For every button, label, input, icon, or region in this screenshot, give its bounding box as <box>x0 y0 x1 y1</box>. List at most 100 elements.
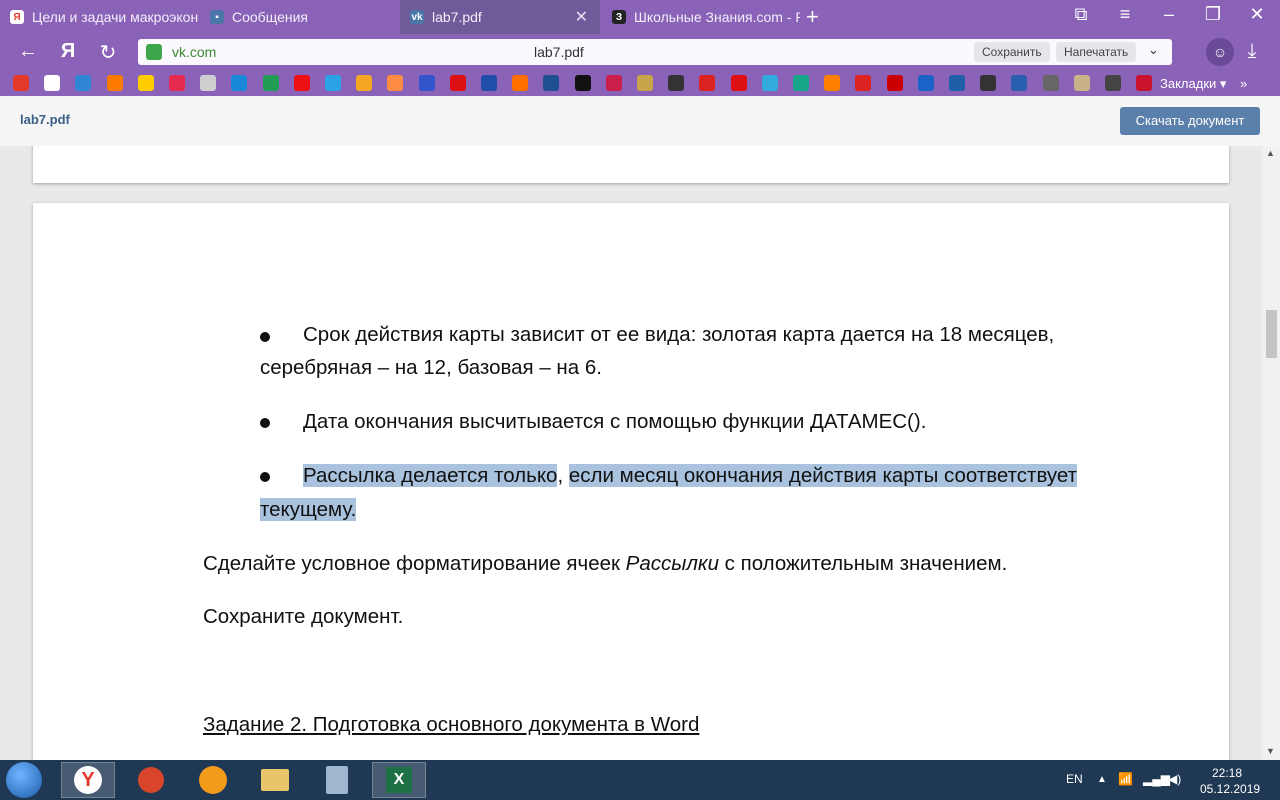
bookmark-favicon-icon[interactable] <box>1073 75 1090 91</box>
back-arrow-icon[interactable]: ← <box>16 40 40 63</box>
document-filename: lab7.pdf <box>20 112 70 127</box>
language-indicator[interactable]: EN <box>1066 772 1083 786</box>
bookmark-favicon-icon[interactable] <box>1042 75 1059 91</box>
tray-expand-icon[interactable]: ▲ <box>1097 774 1107 785</box>
pin-icon[interactable]: ⧉ <box>1066 4 1096 25</box>
scrollbar-thumb[interactable] <box>1266 310 1277 358</box>
save-instruction: Сохраните документ. <box>203 605 404 628</box>
bookmark-favicon-icon[interactable] <box>449 75 466 91</box>
bookmark-favicon-icon[interactable] <box>699 75 716 91</box>
clock-time: 22:18 <box>1211 766 1243 780</box>
bookmark-favicon-icon[interactable] <box>1011 75 1028 91</box>
chevron-down-icon[interactable]: ⌄ <box>1148 42 1159 58</box>
close-tab-icon[interactable]: ✕ <box>575 7 588 27</box>
address-box[interactable]: vk.com lab7.pdf Сохранить Напечатать ⌄ <box>138 39 1172 65</box>
znanija-favicon-icon: З <box>612 10 626 24</box>
document-viewport[interactable]: Срок действия карты зависит от ее вида: … <box>0 146 1262 760</box>
download-arrow-icon[interactable]: ⤓ <box>1240 40 1264 63</box>
vertical-scrollbar[interactable]: ▲ ▼ <box>1262 146 1280 760</box>
bookmark-favicon-icon[interactable] <box>262 75 279 91</box>
yandex-y-icon: Y <box>74 766 102 794</box>
bullet-marker <box>260 472 270 482</box>
bookmark-favicon-icon[interactable] <box>231 75 248 91</box>
calculator-taskbar-icon[interactable] <box>310 762 364 798</box>
ccleaner-icon <box>138 767 164 793</box>
reload-icon[interactable]: ↻ <box>96 40 120 65</box>
bookmark-favicon-icon[interactable] <box>917 75 934 91</box>
bookmark-favicon-icon[interactable] <box>13 75 29 91</box>
download-document-button[interactable]: Скачать документ <box>1120 107 1260 135</box>
tab-znanija[interactable]: З Школьные Знания.com - Р <box>602 0 800 34</box>
bookmark-favicon-icon[interactable] <box>75 75 92 91</box>
file-explorer-taskbar-icon[interactable] <box>248 762 302 798</box>
signal-bars-icon[interactable]: ▂▄▆ <box>1143 772 1170 786</box>
bookmark-favicon-icon[interactable] <box>44 75 61 91</box>
bookmark-favicon-icon[interactable] <box>481 75 497 91</box>
network-icon[interactable]: 📶 <box>1118 772 1133 786</box>
tab-messages[interactable]: ▪ Сообщения <box>200 0 398 34</box>
bookmark-favicon-icon[interactable] <box>574 75 591 91</box>
bookmark-favicon-icon[interactable] <box>200 75 217 91</box>
save-button[interactable]: Сохранить <box>974 42 1050 62</box>
bookmark-favicon-icon[interactable] <box>793 75 809 91</box>
bookmark-favicon-icon[interactable] <box>106 75 123 91</box>
bookmark-favicon-icon[interactable] <box>1136 75 1153 91</box>
formatting-instruction: Сделайте условное форматирование ячеек Р… <box>203 547 1007 581</box>
bullet3-line1: Рассылка делается только, если месяц око… <box>303 459 1078 493</box>
bookmark-favicon-icon[interactable] <box>169 75 185 91</box>
print-button[interactable]: Напечатать <box>1056 42 1137 62</box>
avast-taskbar-icon[interactable] <box>186 762 240 798</box>
bookmark-favicon-icon[interactable] <box>543 75 560 91</box>
clock-date: 05.12.2019 <box>1200 782 1261 796</box>
bullet1-line1: Срок действия карты зависит от ее вида: … <box>303 323 1055 346</box>
ccleaner-taskbar-icon[interactable] <box>124 762 178 798</box>
maximize-icon[interactable]: ❐ <box>1198 4 1228 25</box>
selected-text: Рассылка делается только <box>303 464 558 487</box>
tab-strip: Я Цели и задачи макроэкон ▪ Сообщения vk… <box>0 0 1280 34</box>
yandex-logo-icon[interactable]: Я <box>56 40 80 63</box>
tab-title: lab7.pdf <box>432 9 482 25</box>
bullet3-line2: текущему. <box>260 493 357 527</box>
menu-icon[interactable]: ≡ <box>1110 4 1140 25</box>
tab-lab7-pdf[interactable]: vk lab7.pdf ✕ <box>400 0 600 34</box>
chat-bubble-icon: ▪ <box>210 10 224 24</box>
bookmark-favicon-icon[interactable] <box>824 75 841 91</box>
profile-avatar-icon[interactable]: ☺ <box>1206 38 1234 66</box>
tab-title: Сообщения <box>232 9 308 25</box>
close-window-icon[interactable]: ✕ <box>1242 4 1272 25</box>
bookmark-favicon-icon[interactable] <box>980 75 997 91</box>
system-clock[interactable]: 22:18 05.12.2019 <box>1200 765 1261 797</box>
calculator-icon <box>326 766 348 794</box>
bookmark-favicon-icon[interactable] <box>637 75 653 91</box>
more-bookmarks-icon[interactable]: » <box>1240 76 1247 91</box>
start-button-icon[interactable] <box>6 762 42 798</box>
bookmark-favicon-icon[interactable] <box>605 75 622 91</box>
bookmarks-menu[interactable]: Закладки ▾ <box>1160 76 1226 92</box>
scroll-up-arrow-icon[interactable]: ▲ <box>1266 148 1275 158</box>
comma-text: , <box>557 464 564 487</box>
bookmark-favicon-icon[interactable] <box>761 75 778 91</box>
bookmark-favicon-icon[interactable] <box>949 75 965 91</box>
bullet1-line2: серебряная – на 12, базовая – на 6. <box>260 356 602 379</box>
yandex-browser-taskbar-icon[interactable]: Y <box>61 762 115 798</box>
volume-icon[interactable]: ◀) <box>1168 772 1181 786</box>
scroll-down-arrow-icon[interactable]: ▼ <box>1266 746 1275 756</box>
tab-macroeconomics[interactable]: Я Цели и задачи макроэкон <box>0 0 198 34</box>
bookmark-favicon-icon[interactable] <box>418 75 435 91</box>
bookmark-favicon-icon[interactable] <box>512 75 529 91</box>
folder-icon <box>261 769 289 791</box>
bookmark-favicon-icon[interactable] <box>1105 75 1121 91</box>
bookmark-favicon-icon[interactable] <box>293 75 310 91</box>
bookmark-favicon-icon[interactable] <box>668 75 685 91</box>
bookmark-favicon-icon[interactable] <box>137 75 154 91</box>
bookmark-favicon-icon[interactable] <box>325 75 341 91</box>
bookmark-favicon-icon[interactable] <box>730 75 747 91</box>
bookmark-favicon-icon[interactable] <box>387 75 404 91</box>
bookmark-favicon-icon[interactable] <box>886 75 903 91</box>
minimize-icon[interactable]: – <box>1154 4 1184 25</box>
excel-taskbar-icon[interactable]: X <box>372 762 426 798</box>
bookmark-favicon-icon[interactable] <box>356 75 373 91</box>
new-tab-plus-icon[interactable]: + <box>806 4 819 30</box>
pdf-viewer-header: lab7.pdf Скачать документ <box>0 96 1280 147</box>
bookmark-favicon-icon[interactable] <box>855 75 872 91</box>
